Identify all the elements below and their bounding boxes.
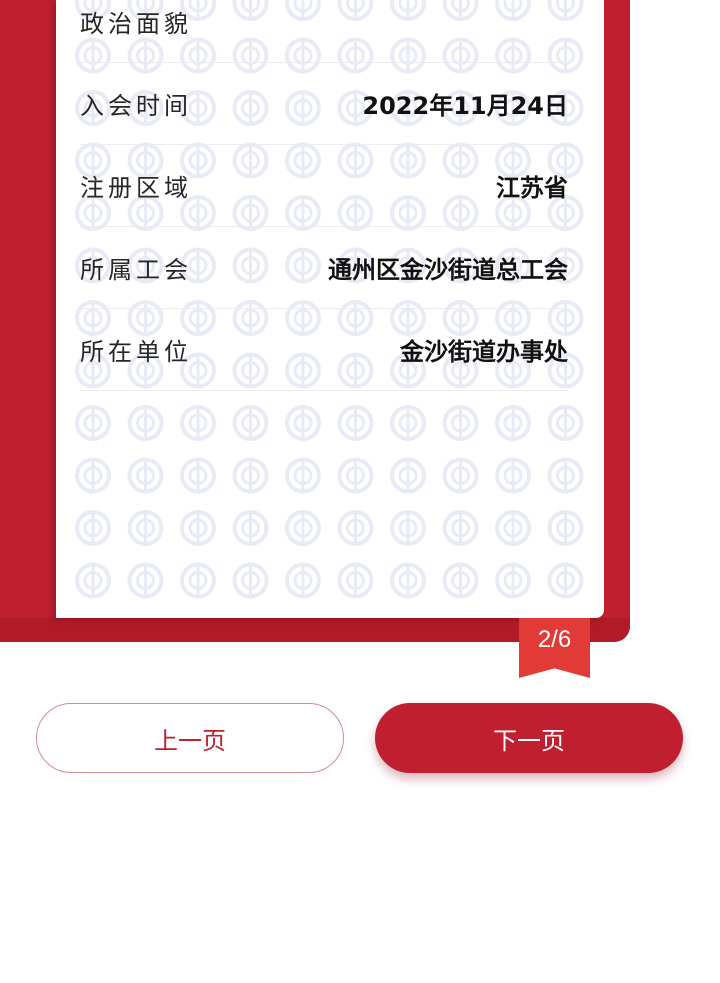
union-emblem-icon	[337, 457, 374, 494]
union-emblem-icon	[127, 457, 164, 494]
registration-region-label: 注册区域	[80, 173, 192, 202]
union-emblem-icon	[337, 405, 374, 441]
union-emblem-icon	[180, 510, 216, 546]
union-value: 通州区金沙街道总工会	[328, 255, 568, 284]
union-emblem-icon	[547, 510, 584, 546]
union-emblem-icon	[285, 510, 321, 546]
union-emblem-icon	[495, 510, 531, 546]
union-emblem-icon	[127, 405, 164, 441]
union-emblem-icon	[75, 457, 111, 494]
union-emblem-icon	[232, 562, 269, 599]
info-row-employer: 所在单位 金沙街道办事处	[80, 308, 568, 391]
union-emblem-icon	[442, 457, 479, 494]
union-emblem-icon	[547, 405, 584, 441]
union-emblem-icon	[180, 405, 216, 441]
info-row-political-status: 政治面貌	[80, 0, 568, 63]
union-emblem-icon	[442, 405, 479, 441]
join-date-value: 2022年11月24日	[362, 91, 568, 120]
union-emblem-icon	[180, 457, 216, 494]
union-emblem-icon	[127, 562, 164, 599]
union-label: 所属工会	[80, 255, 192, 284]
union-emblem-icon	[442, 510, 479, 546]
union-emblem-icon	[285, 562, 321, 599]
union-emblem-icon	[232, 510, 269, 546]
info-row-registration-region: 注册区域 江苏省	[80, 144, 568, 227]
union-emblem-icon	[547, 562, 584, 599]
union-emblem-icon	[547, 457, 584, 494]
union-emblem-icon	[75, 562, 111, 599]
union-emblem-icon	[495, 457, 531, 494]
political-status-label: 政治面貌	[80, 9, 192, 38]
union-emblem-icon	[232, 457, 269, 494]
union-emblem-icon	[442, 562, 479, 599]
prev-page-button[interactable]: 上一页	[36, 703, 344, 773]
page-indicator-text: 2/6	[537, 626, 572, 653]
member-info-card: 政治面貌 入会时间 2022年11月24日 注册区域 江苏省 所属工会 通州区金…	[56, 0, 604, 618]
info-row-union: 所属工会 通州区金沙街道总工会	[80, 226, 568, 309]
union-emblem-icon	[495, 405, 531, 441]
info-row-join-date: 入会时间 2022年11月24日	[80, 62, 568, 145]
union-emblem-icon	[285, 457, 321, 494]
union-emblem-icon	[232, 405, 269, 441]
union-emblem-icon	[390, 510, 426, 546]
registration-region-value: 江苏省	[496, 173, 568, 202]
union-emblem-icon	[285, 405, 321, 441]
union-emblem-icon	[75, 405, 111, 441]
union-emblem-icon	[390, 562, 426, 599]
union-emblem-icon	[495, 562, 531, 599]
union-emblem-icon	[337, 510, 374, 546]
union-emblem-icon	[75, 510, 111, 546]
union-emblem-icon	[337, 562, 374, 599]
union-emblem-icon	[390, 457, 426, 494]
union-emblem-icon	[127, 510, 164, 546]
employer-label: 所在单位	[80, 337, 192, 366]
union-emblem-icon	[390, 405, 426, 441]
page-indicator-ribbon: 2/6	[519, 618, 590, 678]
next-page-button[interactable]: 下一页	[375, 703, 683, 773]
employer-value: 金沙街道办事处	[400, 337, 568, 366]
union-emblem-icon	[180, 562, 216, 599]
join-date-label: 入会时间	[80, 91, 192, 120]
